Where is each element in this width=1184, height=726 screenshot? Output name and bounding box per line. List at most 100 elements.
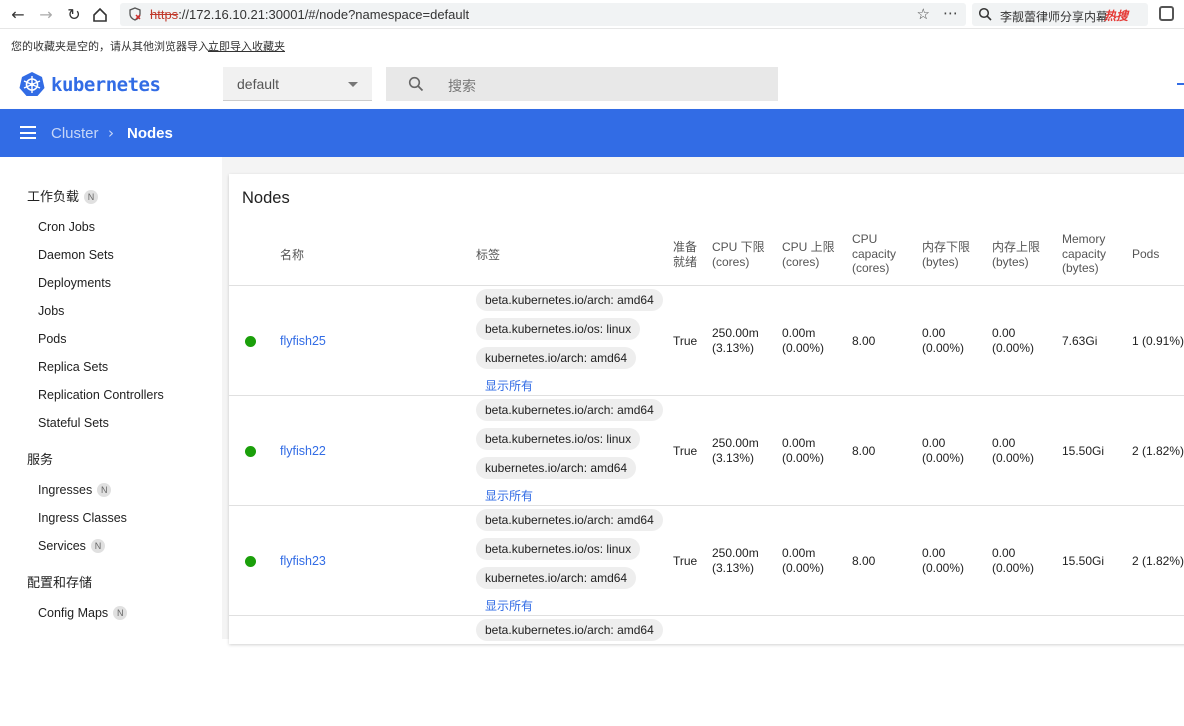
column-header-line: capacity	[852, 246, 897, 261]
ready-cell: True	[673, 334, 698, 348]
column-header-line: CPU	[852, 232, 878, 246]
bookmark-star-icon[interactable]: ☆	[917, 5, 930, 23]
sidebar-section-config-storage[interactable]: 配置和存储	[27, 572, 92, 591]
cpu-requests-cell: 250.00m (3.13%)	[712, 436, 759, 465]
browser-toolbar: ← → ↻ https://172.16.10.21:30001/#/node?…	[0, 0, 1184, 29]
column-header-line: (bytes)	[992, 254, 1029, 269]
label-chip: beta.kubernetes.io/arch: amd64	[476, 509, 663, 531]
sidebar-item-daemon-sets[interactable]: Daemon Sets	[38, 248, 114, 262]
memory-capacity-cell: 15.50Gi	[1062, 444, 1105, 458]
column-header-line: (bytes)	[1062, 261, 1099, 275]
column-header-line: capacity	[1062, 246, 1107, 261]
menu-icon[interactable]	[20, 126, 36, 139]
sidebar-item-ingresses[interactable]: Ingresses N	[38, 483, 112, 497]
breadcrumb-cluster[interactable]: Cluster	[51, 125, 99, 142]
search-input[interactable]: 搜索	[386, 67, 778, 101]
column-header-line: 内存上限	[992, 240, 1041, 254]
sidebar-item-config-maps[interactable]: Config Maps N	[38, 606, 128, 620]
sidebar-section-label: 工作负载	[27, 189, 80, 204]
sidebar-item-replica-sets[interactable]: Replica Sets	[38, 360, 108, 374]
namespace-select[interactable]: default	[223, 67, 372, 101]
cell-percent: (0.00%)	[992, 560, 1035, 575]
column-header-cpu-capacity: CPU capacity (cores)	[852, 232, 896, 276]
label-chip: beta.kubernetes.io/arch: amd64	[476, 399, 663, 421]
label-chip: beta.kubernetes.io/os: linux	[476, 428, 641, 450]
cell-percent: (0.00%)	[992, 340, 1035, 355]
memory-requests-cell: 0.00 (0.00%)	[922, 546, 964, 575]
pods-cell: 2 (1.82%)	[1132, 554, 1184, 568]
show-all-link[interactable]: 显示所有	[485, 487, 533, 504]
forward-arrow-icon[interactable]: →	[36, 5, 56, 25]
address-bar[interactable]: https://172.16.10.21:30001/#/node?namesp…	[120, 3, 966, 26]
show-all-link[interactable]: 显示所有	[485, 377, 533, 394]
hot-search-text: 李靓蕾律师分享内幕	[1000, 10, 1109, 24]
cell-percent: (3.13%)	[712, 340, 755, 355]
extension-icon[interactable]	[1159, 6, 1174, 21]
memory-limits-cell: 0.00 (0.00%)	[992, 326, 1034, 355]
sidebar-item-label: Config Maps	[38, 606, 109, 620]
column-header-name[interactable]: 名称	[280, 248, 304, 263]
column-header-memory-capacity: Memory capacity (bytes)	[1062, 232, 1106, 276]
sidebar-section-workloads[interactable]: 工作负载 N	[27, 186, 99, 205]
home-icon[interactable]	[90, 5, 110, 25]
cell-percent: (3.13%)	[712, 560, 755, 575]
column-header-line: (bytes)	[922, 254, 959, 269]
bookmark-bar: 您的收藏夹是空的，请从其他浏览器导入。 立即导入收藏夹	[0, 29, 1184, 57]
sidebar-item-jobs[interactable]: Jobs	[38, 304, 64, 318]
namespaced-badge: N	[97, 483, 112, 497]
sidebar-item-deployments[interactable]: Deployments	[38, 276, 111, 290]
url-text[interactable]: https://172.16.10.21:30001/#/node?namesp…	[150, 7, 469, 22]
memory-requests-cell: 0.00 (0.00%)	[922, 436, 964, 465]
kubernetes-logo-icon[interactable]	[19, 71, 45, 97]
cell-percent: (0.00%)	[782, 560, 825, 575]
insecure-shield-icon[interactable]	[128, 7, 142, 21]
label-chip: kubernetes.io/arch: amd64	[476, 457, 637, 479]
cpu-limits-cell: 0.00m (0.00%)	[782, 326, 824, 355]
column-header-line: CPU 上限	[782, 240, 835, 254]
sidebar-section-services[interactable]: 服务	[27, 449, 53, 468]
cell-percent: (0.00%)	[922, 340, 965, 355]
memory-limits-cell: 0.00 (0.00%)	[992, 436, 1034, 465]
app-header: kubernetes default 搜索	[0, 57, 1184, 109]
caret-down-icon	[348, 82, 358, 87]
cell-value: 0.00	[992, 326, 1016, 340]
back-arrow-icon[interactable]: ←	[8, 5, 28, 25]
hot-search-box[interactable]: 李靓蕾律师分享内幕 热搜	[972, 3, 1148, 26]
label-chip: kubernetes.io/arch: amd64	[476, 567, 637, 589]
sidebar-item-stateful-sets[interactable]: Stateful Sets	[38, 416, 109, 430]
column-header-pods: Pods	[1132, 247, 1160, 261]
column-header-line: (cores)	[782, 254, 820, 269]
sidebar: 工作负载 N Cron Jobs Daemon Sets Deployments …	[0, 157, 222, 639]
toolbar: Cluster › Nodes	[0, 109, 1184, 157]
cpu-limits-cell: 0.00m (0.00%)	[782, 546, 824, 575]
cell-value: 0.00m	[782, 436, 816, 450]
sidebar-item-cron-jobs[interactable]: Cron Jobs	[38, 220, 95, 234]
label-chip: beta.kubernetes.io/arch: amd64	[476, 289, 663, 311]
label-chip: kubernetes.io/arch: amd64	[476, 347, 637, 369]
node-name-link[interactable]: flyfish22	[280, 444, 326, 458]
more-dots-icon[interactable]: ⋯	[943, 4, 958, 22]
sidebar-item-label: Ingresses	[38, 483, 93, 497]
show-all-link[interactable]: 显示所有	[485, 597, 533, 614]
memory-capacity-cell: 7.63Gi	[1062, 334, 1098, 348]
sidebar-item-pods[interactable]: Pods	[38, 332, 67, 346]
node-name-link[interactable]: flyfish23	[280, 554, 326, 568]
column-header-line: 就绪	[673, 254, 698, 269]
column-header-memory-limits: 内存上限 (bytes)	[992, 240, 1040, 269]
hot-badge: 热搜	[1104, 9, 1129, 23]
sidebar-item-ingress-classes[interactable]: Ingress Classes	[38, 511, 127, 525]
brand-name[interactable]: kubernetes	[51, 74, 161, 96]
cpu-requests-cell: 250.00m (3.13%)	[712, 546, 759, 575]
column-header-ready[interactable]: 准备 就绪	[673, 240, 697, 269]
reload-icon[interactable]: ↻	[64, 5, 84, 25]
status-ready-icon	[245, 556, 256, 567]
sidebar-item-replication-controllers[interactable]: Replication Controllers	[38, 388, 164, 402]
sidebar-item-services[interactable]: Services N	[38, 539, 105, 553]
ready-cell: True	[673, 554, 698, 568]
label-chip: beta.kubernetes.io/os: linux	[476, 538, 641, 560]
cell-value: 0.00m	[782, 326, 816, 340]
cell-value: 0.00	[992, 546, 1016, 560]
node-name-link[interactable]: flyfish25	[280, 334, 326, 348]
import-bookmarks-link[interactable]: 立即导入收藏夹	[208, 38, 285, 54]
memory-limits-cell: 0.00 (0.00%)	[992, 546, 1034, 575]
